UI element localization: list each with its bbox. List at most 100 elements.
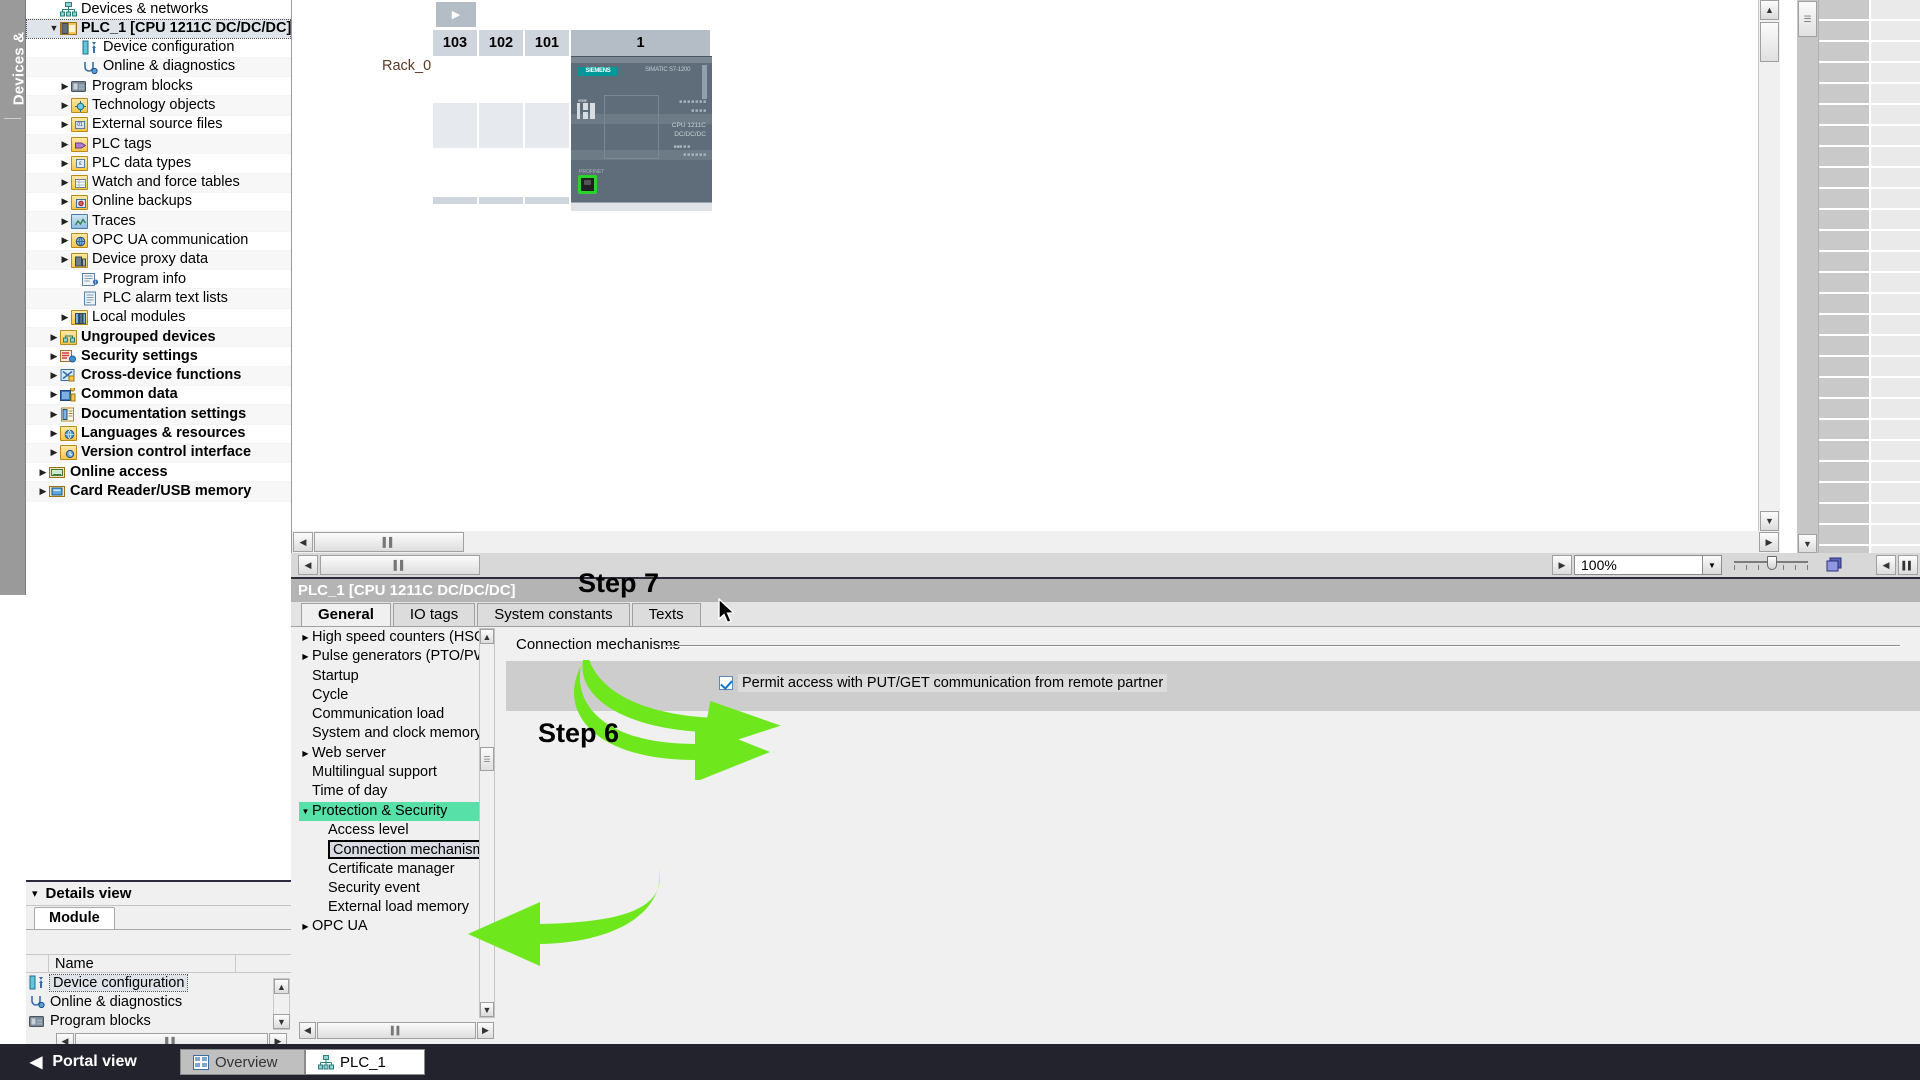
nav-scroll-thumb-vertical[interactable]: ☰: [480, 747, 494, 771]
inspector-nav-tree[interactable]: ▶ High speed counters (HSC) ▶ Pulse generat…: [299, 628, 494, 1018]
editor-scroll-down-button[interactable]: ▼: [1760, 511, 1779, 531]
devices-vertical-tab[interactable]: Devices &: [0, 0, 28, 595]
zoom-scroll-left-button[interactable]: ◀: [298, 555, 318, 575]
inspector-tabs[interactable]: General IO tags System constants Texts: [291, 602, 1920, 627]
right-panel-scroll-down-button[interactable]: ▼: [1798, 534, 1817, 553]
tree-item-card-reader-usb-memory[interactable]: ▶ Card Reader/USB memory: [26, 482, 291, 502]
chevron-right-icon[interactable]: ▶: [299, 917, 312, 936]
chevron-down-icon[interactable]: ▼: [299, 802, 312, 821]
permit-putget-row[interactable]: Permit access with PUT/GET communication…: [719, 673, 1169, 693]
slot-cell[interactable]: [479, 150, 523, 197]
tree-item-device-proxy-data[interactable]: ▶ Device proxy data: [26, 250, 291, 271]
nav-scroll-right-button[interactable]: ▶: [477, 1021, 494, 1039]
tree-item-watch-and-force-tables[interactable]: ▶ Watch and force tables: [26, 173, 291, 193]
tree-item-security-settings[interactable]: ▶ Security settings: [26, 347, 291, 367]
details-list-item[interactable]: Online & diagnostics: [26, 992, 291, 1011]
permit-putget-label[interactable]: Permit access with PUT/GET communication…: [737, 673, 1169, 693]
nav-scroll-left-button[interactable]: ◀: [299, 1021, 316, 1039]
scroll-down-button[interactable]: ▼: [273, 1014, 290, 1029]
chevron-right-icon[interactable]: ▶: [59, 77, 71, 96]
details-view-scrollbar-vertical[interactable]: ▲ ▼: [273, 978, 290, 1030]
zoom-slider-thumb[interactable]: [1767, 556, 1777, 570]
chevron-right-icon[interactable]: ▶: [37, 482, 49, 501]
chevron-right-icon[interactable]: ▶: [299, 744, 312, 763]
chevron-right-icon[interactable]: ▶: [59, 250, 71, 269]
permit-putget-checkbox[interactable]: [719, 676, 733, 690]
cpu-module-graphic[interactable]: SIEMENS SIMATIC S7-1200 ■■■ ■ ■ ■ ■ ■ ■ …: [571, 56, 712, 211]
inspector-nav-web-server[interactable]: ▶ Web server: [299, 744, 493, 763]
tree-item-external-source-files[interactable]: ▶ 01 External source files: [26, 116, 291, 136]
tree-item-traces[interactable]: ▶ Traces: [26, 212, 291, 232]
zoom-slider[interactable]: [1734, 555, 1808, 575]
tree-item-program-info[interactable]: i Program info: [26, 270, 291, 290]
details-list-item[interactable]: Device configuration: [26, 973, 291, 992]
chevron-right-icon[interactable]: ▶: [48, 328, 60, 347]
tree-item-opc-ua-communication[interactable]: ▶ OPC UA communication: [26, 232, 291, 251]
nav-scroll-thumb-horizontal[interactable]: ▌▌: [317, 1021, 476, 1039]
slot-header-cpu[interactable]: 1: [571, 30, 712, 56]
chevron-right-icon[interactable]: ▶: [59, 212, 71, 231]
tab-system-constants[interactable]: System constants: [477, 603, 630, 626]
taskbar-item-overview[interactable]: Overview: [180, 1049, 305, 1075]
right-panel-scroll-thumb[interactable]: ☰: [1798, 1, 1817, 37]
tree-item-online-diagnostics[interactable]: Online & diagnostics: [26, 57, 291, 78]
slot-column-102[interactable]: [479, 56, 525, 211]
chevron-down-icon[interactable]: ▾: [32, 887, 38, 900]
inspector-nav-pulse-generators-pto-pwm[interactable]: ▶ Pulse generators (PTO/PWM): [299, 647, 493, 666]
chevron-right-icon[interactable]: ▶: [59, 96, 71, 115]
slot-header-101[interactable]: 101: [525, 30, 571, 56]
inspector-nav-time-of-day[interactable]: Time of day: [299, 782, 493, 801]
tree-item-plc-data-types[interactable]: ▶ ε PLC data types: [26, 154, 291, 174]
slot-cell[interactable]: [479, 56, 523, 103]
chevron-right-icon[interactable]: ▶: [48, 385, 60, 404]
tree-item-devices-networks[interactable]: Devices & networks: [26, 0, 291, 20]
tree-item-documentation-settings[interactable]: ▶ Documentation settings: [26, 405, 291, 425]
tree-item-common-data[interactable]: ▶ Common data: [26, 385, 291, 406]
tab-texts[interactable]: Texts: [631, 603, 701, 626]
editor-scroll-right-button[interactable]: ▶: [1759, 532, 1779, 552]
inspector-nav-security-event[interactable]: Security event: [299, 879, 493, 898]
inspector-nav-communication-load[interactable]: Communication load: [299, 705, 493, 724]
chevron-right-icon[interactable]: ▶: [299, 628, 312, 647]
chevron-right-icon[interactable]: ▶: [48, 443, 60, 462]
slot-cell[interactable]: [433, 103, 477, 150]
right-panel-scrollbar[interactable]: ☰ ▼: [1797, 0, 1819, 553]
chevron-down-icon[interactable]: ▼: [1702, 556, 1721, 574]
taskbar-item-plc1[interactable]: PLC_1: [305, 1049, 425, 1075]
slot-header-103[interactable]: 103: [433, 30, 479, 56]
tree-item-cross-device-functions[interactable]: ▶ Cross-device functions: [26, 366, 291, 386]
inspector-nav-connection-mechanisms[interactable]: Connection mechanisms: [299, 840, 493, 860]
editor-scroll-up-button[interactable]: ▲: [1760, 0, 1779, 20]
slot-column-103[interactable]: [433, 56, 479, 211]
slot-cell[interactable]: [433, 150, 477, 197]
nav-scroll-down-button[interactable]: ▼: [480, 1002, 494, 1017]
slot-header-102[interactable]: 102: [479, 30, 525, 56]
zoom-scroll-thumb[interactable]: ▌▌: [320, 555, 480, 575]
details-view-header[interactable]: ▾ Details view: [26, 882, 291, 906]
tree-item-online-access[interactable]: ▶ Online access: [26, 463, 291, 483]
inspector-nav-multilingual-support[interactable]: Multilingual support: [299, 763, 493, 782]
zoom-level-combobox[interactable]: 100% ▼: [1574, 555, 1722, 575]
tree-item-plc-tags[interactable]: ▶ PLC tags: [26, 135, 291, 155]
slot-cell[interactable]: [525, 56, 569, 103]
chevron-right-icon[interactable]: ▶: [59, 135, 71, 154]
chevron-right-icon[interactable]: ▶: [48, 347, 60, 366]
tree-item-languages-resources[interactable]: ▶ Languages & resources: [26, 425, 291, 444]
tree-item-local-modules[interactable]: ▶ Local modules: [26, 309, 291, 329]
slot-column-101[interactable]: [525, 56, 571, 211]
editor-scroll-thumb-vertical[interactable]: [1760, 22, 1779, 62]
tree-item-device-configuration[interactable]: Device configuration: [26, 39, 291, 58]
rack-expand-button[interactable]: ▶: [436, 2, 476, 27]
chevron-right-icon[interactable]: ▶: [299, 647, 312, 666]
chevron-right-icon[interactable]: ▶: [48, 424, 60, 443]
slot-cell[interactable]: [525, 150, 569, 197]
tree-item-online-backups[interactable]: ▶ Online backups: [26, 193, 291, 213]
inspector-nav-cycle[interactable]: Cycle: [299, 686, 493, 705]
profinet-port-icon[interactable]: [578, 175, 597, 194]
slot-cell[interactable]: [479, 103, 523, 150]
slot-cell[interactable]: [525, 103, 569, 150]
chevron-right-icon[interactable]: ▶: [48, 366, 60, 385]
editor-scrollbar-vertical[interactable]: ▲ ▼: [1758, 0, 1780, 531]
nav-scroll-up-button[interactable]: ▲: [480, 629, 494, 644]
portal-view-button[interactable]: ◀ Portal view: [30, 1044, 137, 1080]
